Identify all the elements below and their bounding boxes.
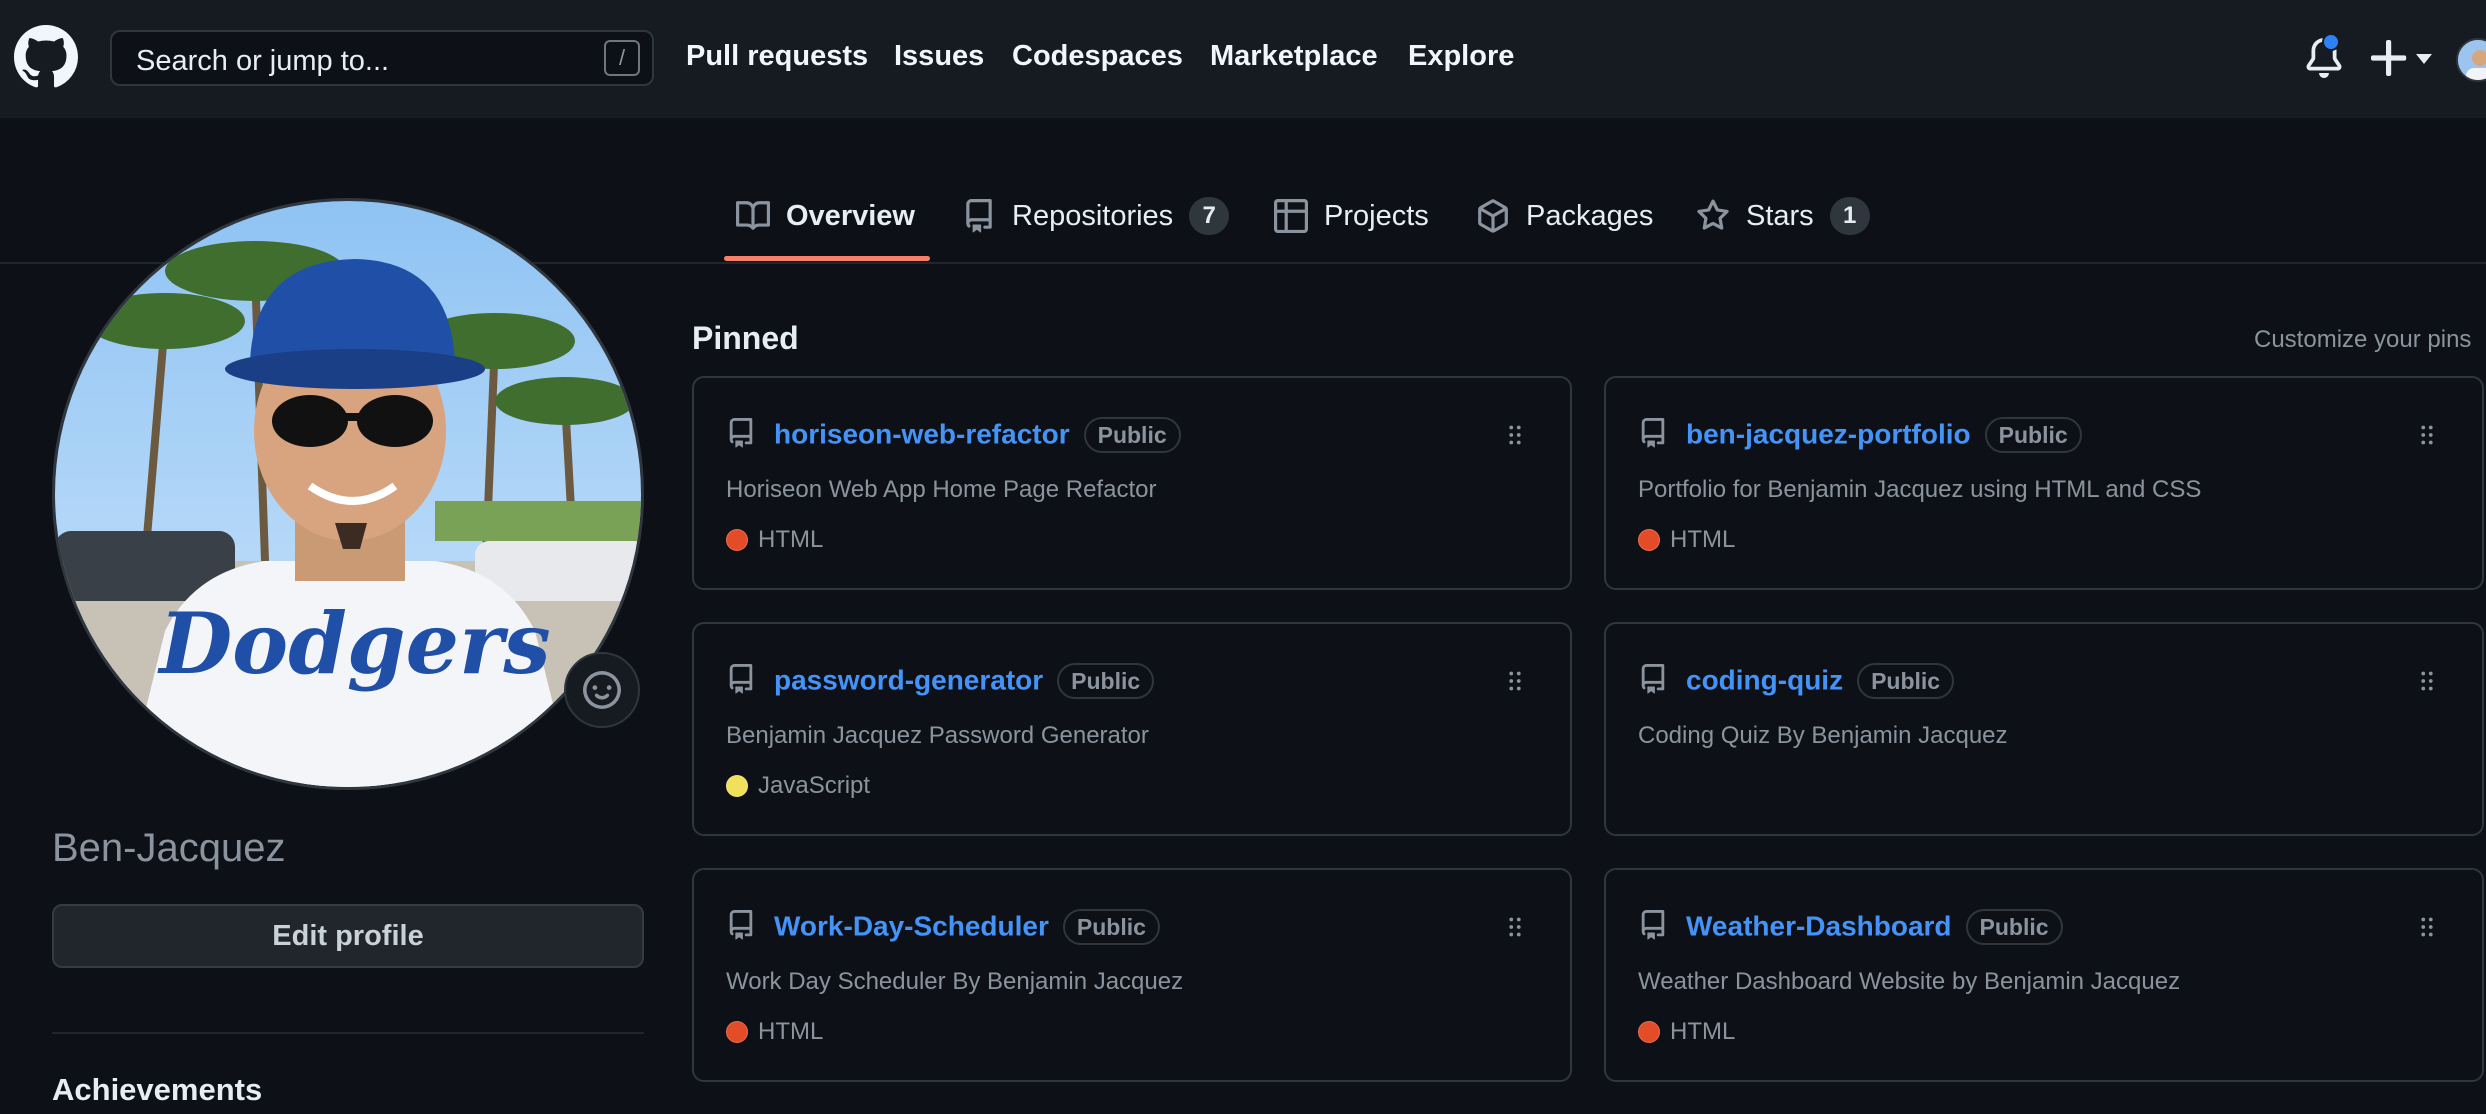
repo-icon (1641, 664, 1665, 694)
language-label: JavaScript (758, 772, 871, 799)
visibility-badge: Public (1857, 663, 1955, 699)
user-avatar-menu[interactable] (2456, 38, 2486, 82)
tab-repositories-label: Repositories (1012, 199, 1174, 232)
language-label: HTML (758, 526, 824, 553)
repo-description: Weather Dashboard Website by Benjamin Ja… (1638, 968, 2181, 995)
drag-handle-icon[interactable] (1500, 666, 1530, 696)
notification-indicator (2322, 33, 2340, 51)
repo-language: HTML (726, 1018, 823, 1046)
visibility-badge: Public (1984, 417, 2082, 453)
search-input[interactable]: Search or jump to... / (110, 30, 654, 86)
visibility-badge: Public (1062, 909, 1160, 945)
pinned-repo-card: Weather-Dashboard Public Weather Dashboard… (1604, 868, 2484, 1082)
repo-icon (729, 418, 753, 448)
repo-description: Coding Quiz By Benjamin Jacquez (1638, 722, 2008, 749)
drag-handle-icon[interactable] (1500, 912, 1530, 942)
repo-name-link[interactable]: ben-jacquez-portfolio (1686, 418, 1971, 449)
drag-handle-icon[interactable] (2412, 912, 2442, 942)
tab-repositories[interactable]: Repositories 7 (962, 196, 1230, 236)
pinned-repo-card: coding-quiz Public Coding Quiz By Benjamin… (1604, 622, 2484, 836)
repo-description: Benjamin Jacquez Password Generator (726, 722, 1149, 749)
global-header: Search or jump to... / Pull requests Iss… (0, 0, 2486, 118)
repo-language: HTML (1638, 526, 1735, 554)
pinned-repo-card: horiseon-web-refactor Public Horiseon Web … (692, 376, 1572, 590)
repo-name-link[interactable]: Work-Day-Scheduler (774, 910, 1049, 941)
language-color-dot (726, 529, 748, 551)
tab-stars[interactable]: Stars 1 (1696, 196, 1870, 236)
repo-language: HTML (1638, 1018, 1735, 1046)
search-shortcut-key: / (604, 40, 640, 76)
repo-name-link[interactable]: coding-quiz (1686, 664, 1843, 695)
svg-text:Dodgers: Dodgers (157, 594, 550, 693)
repositories-count-badge: 7 (1189, 197, 1230, 235)
visibility-badge: Public (1057, 663, 1155, 699)
profile-avatar[interactable]: Dodgers (52, 198, 644, 790)
language-label: HTML (758, 1018, 824, 1045)
language-color-dot (1638, 529, 1660, 551)
tab-packages-label: Packages (1526, 199, 1654, 232)
repo-description: Portfolio for Benjamin Jacquez using HTM… (1638, 476, 2202, 503)
tab-projects-label: Projects (1324, 199, 1429, 232)
achievements-heading: Achievements (52, 1072, 263, 1107)
repo-language: HTML (726, 526, 823, 554)
create-new-plus-icon[interactable] (2370, 36, 2434, 80)
repo-icon (1641, 910, 1665, 940)
customize-pins-link[interactable]: Customize your pins (2254, 326, 2471, 354)
language-label: HTML (1670, 1018, 1736, 1045)
pinned-repo-card: password-generator Public Benjamin Jacquez… (692, 622, 1572, 836)
drag-handle-icon[interactable] (2412, 420, 2442, 450)
repo-language: JavaScript (726, 772, 870, 800)
language-color-dot (1638, 1021, 1660, 1043)
tab-stars-label: Stars (1746, 199, 1814, 232)
tab-overview[interactable]: Overview (736, 196, 915, 236)
book-icon (736, 201, 770, 230)
search-placeholder: Search or jump to... (136, 45, 390, 77)
visibility-badge: Public (1083, 417, 1181, 453)
pinned-heading: Pinned (692, 320, 799, 356)
repo-icon (729, 910, 753, 940)
nav-marketplace[interactable]: Marketplace (1210, 40, 1378, 73)
language-color-dot (726, 1021, 748, 1043)
nav-issues[interactable]: Issues (894, 40, 984, 73)
smiley-icon (583, 671, 621, 709)
pinned-repo-card: ben-jacquez-portfolio Public Portfolio for… (1604, 376, 2484, 590)
drag-handle-icon[interactable] (2412, 666, 2442, 696)
package-icon (1478, 199, 1508, 233)
repo-name-link[interactable]: password-generator (774, 664, 1043, 695)
github-logo-icon[interactable] (14, 25, 78, 89)
pinned-repo-card: Work-Day-Scheduler Public Work Day Schedul… (692, 868, 1572, 1082)
repo-description: Work Day Scheduler By Benjamin Jacquez (726, 968, 1184, 995)
profile-username: Ben-Jacquez (52, 826, 286, 870)
active-tab-indicator (724, 256, 930, 261)
repo-icon (1641, 418, 1665, 448)
language-label: HTML (1670, 526, 1736, 553)
repo-icon (966, 199, 992, 233)
tab-projects[interactable]: Projects (1274, 196, 1429, 236)
repo-name-link[interactable]: Weather-Dashboard (1686, 910, 1952, 941)
drag-handle-icon[interactable] (1500, 420, 1530, 450)
set-status-button[interactable] (564, 652, 640, 728)
visibility-badge: Public (1965, 909, 2063, 945)
nav-codespaces[interactable]: Codespaces (1012, 40, 1183, 73)
repo-name-link[interactable]: horiseon-web-refactor (774, 418, 1070, 449)
language-color-dot (726, 775, 748, 797)
nav-explore[interactable]: Explore (1408, 40, 1514, 73)
stars-count-badge: 1 (1829, 197, 1870, 235)
repo-description: Horiseon Web App Home Page Refactor (726, 476, 1157, 503)
edit-profile-button[interactable]: Edit profile (52, 904, 644, 968)
repo-icon (729, 664, 753, 694)
table-icon (1274, 199, 1308, 233)
tab-overview-label: Overview (786, 199, 915, 232)
tab-packages[interactable]: Packages (1476, 196, 1653, 236)
star-icon (1697, 199, 1729, 230)
sidebar-divider (52, 1032, 644, 1034)
nav-pull-requests[interactable]: Pull requests (686, 40, 868, 73)
